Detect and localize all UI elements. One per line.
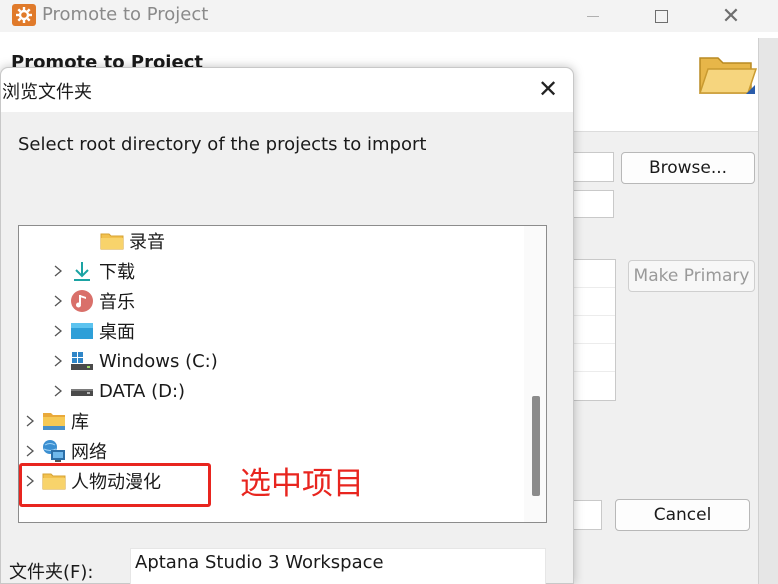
annotation-highlight-box <box>19 463 211 507</box>
window-edge <box>758 38 778 584</box>
music-icon <box>69 290 95 312</box>
window-close-button[interactable]: ✕ <box>708 0 754 32</box>
chevron-right-icon[interactable] <box>47 385 69 397</box>
tree-item-music[interactable]: 音乐 <box>47 286 135 316</box>
annotation-text: 选中项目 <box>240 466 364 502</box>
chevron-right-icon[interactable] <box>19 415 41 427</box>
tree-item-libraries[interactable]: 库 <box>19 406 89 436</box>
minimize-icon <box>587 15 599 17</box>
folder-name-input[interactable]: Aptana Studio 3 Workspace <box>130 548 546 584</box>
chevron-right-icon[interactable] <box>47 325 69 337</box>
tree-item-downloads[interactable]: 下载 <box>47 256 135 286</box>
chevron-right-icon[interactable] <box>19 445 41 457</box>
chevron-right-icon[interactable] <box>47 265 69 277</box>
folder-icon <box>698 57 758 94</box>
network-icon <box>41 440 67 462</box>
dialog-title: 浏览文件夹 <box>2 82 92 103</box>
chevron-right-icon[interactable] <box>47 295 69 307</box>
background-titlebar: Promote to Project ✕ <box>0 0 778 32</box>
tree-item-label: Windows (C:) <box>99 350 218 372</box>
tree-item-desktop[interactable]: 桌面 <box>47 316 135 346</box>
tree-scrollbar[interactable] <box>524 226 546 522</box>
chevron-right-icon[interactable] <box>47 355 69 367</box>
tree-item-recordings[interactable]: 录音 <box>99 226 165 256</box>
tree-item-data-drive[interactable]: DATA (D:) <box>47 376 185 406</box>
maximize-icon <box>654 9 668 23</box>
gear-icon <box>12 4 36 26</box>
browse-button[interactable]: Browse... <box>621 152 755 184</box>
tree-item-network[interactable]: 网络 <box>19 436 107 466</box>
dialog-close-button[interactable]: ✕ <box>531 74 565 104</box>
browse-folder-dialog: 浏览文件夹 ✕ Select root directory of the pro… <box>0 67 574 584</box>
tree-item-label: 下载 <box>99 262 135 283</box>
background-window-title: Promote to Project <box>42 4 209 25</box>
folder-label: 文件夹(F): <box>9 562 94 583</box>
cancel-button[interactable]: Cancel <box>615 499 750 531</box>
minimize-button[interactable] <box>570 0 616 32</box>
desktop-icon <box>69 320 95 342</box>
tree-item-label: 库 <box>71 412 89 433</box>
tree-item-label: DATA (D:) <box>99 380 186 402</box>
dialog-titlebar: 浏览文件夹 ✕ <box>1 68 573 112</box>
tree-item-label: 网络 <box>71 442 107 463</box>
download-icon <box>69 260 95 282</box>
maximize-button[interactable] <box>638 0 684 32</box>
scrollbar-thumb[interactable] <box>532 396 540 496</box>
drive-icon <box>69 380 95 402</box>
dialog-instruction: Select root directory of the projects to… <box>18 134 427 155</box>
windows-drive-icon <box>69 350 95 372</box>
library-folder-icon <box>41 410 67 432</box>
tree-item-windows-drive[interactable]: Windows (C:) <box>47 346 218 376</box>
tree-item-label: 桌面 <box>99 322 135 343</box>
tree-item-label: 音乐 <box>99 292 135 313</box>
folder-icon <box>99 230 125 252</box>
make-primary-button[interactable]: Make Primary <box>628 260 755 292</box>
tree-item-label: 录音 <box>129 232 165 253</box>
